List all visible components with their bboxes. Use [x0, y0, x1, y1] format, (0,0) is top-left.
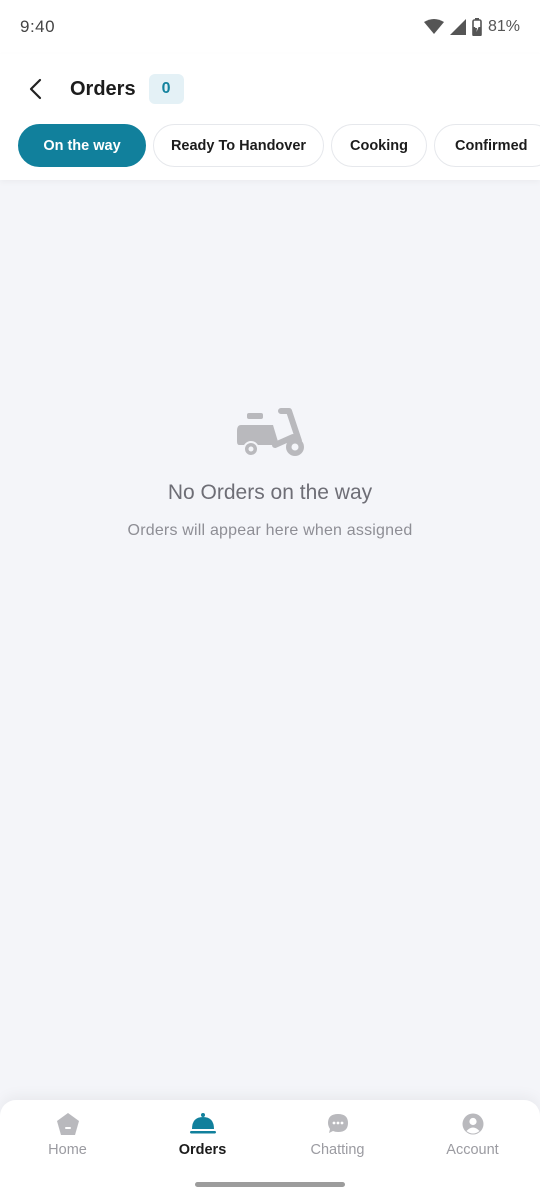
nav-label-home: Home — [48, 1142, 87, 1158]
nav-label-orders: Orders — [178, 1142, 227, 1158]
battery-percent: 81% — [487, 18, 520, 35]
orders-screen: 9:40 81% Orders 0 On the way Ready To Ha… — [0, 0, 540, 1200]
title-row: Orders 0 — [18, 72, 184, 106]
scooter-icon — [237, 408, 304, 457]
nav-chatting[interactable]: Chatting — [270, 1112, 405, 1170]
home-indicator[interactable] — [195, 1182, 345, 1187]
back-button[interactable] — [18, 72, 52, 106]
nav-account[interactable]: Account — [405, 1112, 540, 1170]
page-title: Orders — [70, 77, 136, 100]
cloche-icon — [189, 1113, 216, 1134]
status-tabs: On the way Ready To Handover Cooking Con… — [18, 124, 540, 167]
tab-cooking[interactable]: Cooking — [331, 124, 427, 167]
status-bar: 9:40 81% — [0, 0, 540, 54]
user-icon — [462, 1113, 483, 1135]
cellular-signal-icon — [449, 19, 466, 35]
nav-home[interactable]: Home — [0, 1112, 135, 1170]
tab-ready-to-handover[interactable]: Ready To Handover — [153, 124, 324, 167]
orders-header: Orders 0 On the way Ready To Handover Co… — [0, 54, 540, 180]
home-icon — [56, 1113, 79, 1135]
tab-confirmed[interactable]: Confirmed — [434, 124, 540, 167]
orders-count-badge: 0 — [148, 74, 184, 104]
empty-state-title: No Orders on the way — [167, 481, 373, 504]
nav-label-account: Account — [446, 1142, 499, 1158]
chat-icon — [327, 1114, 348, 1133]
empty-state-subtitle: Orders will appear here when assigned — [127, 522, 413, 539]
status-time: 9:40 — [20, 17, 56, 36]
wifi-icon — [423, 19, 444, 34]
empty-state: No Orders on the way Orders will appear … — [0, 405, 540, 540]
chevron-left-icon — [29, 78, 42, 100]
tab-on-the-way[interactable]: On the way — [18, 124, 146, 167]
battery-charging-icon — [472, 18, 482, 36]
nav-orders[interactable]: Orders — [135, 1112, 270, 1170]
nav-label-chatting: Chatting — [310, 1142, 365, 1158]
status-icons: 81% — [423, 18, 520, 36]
